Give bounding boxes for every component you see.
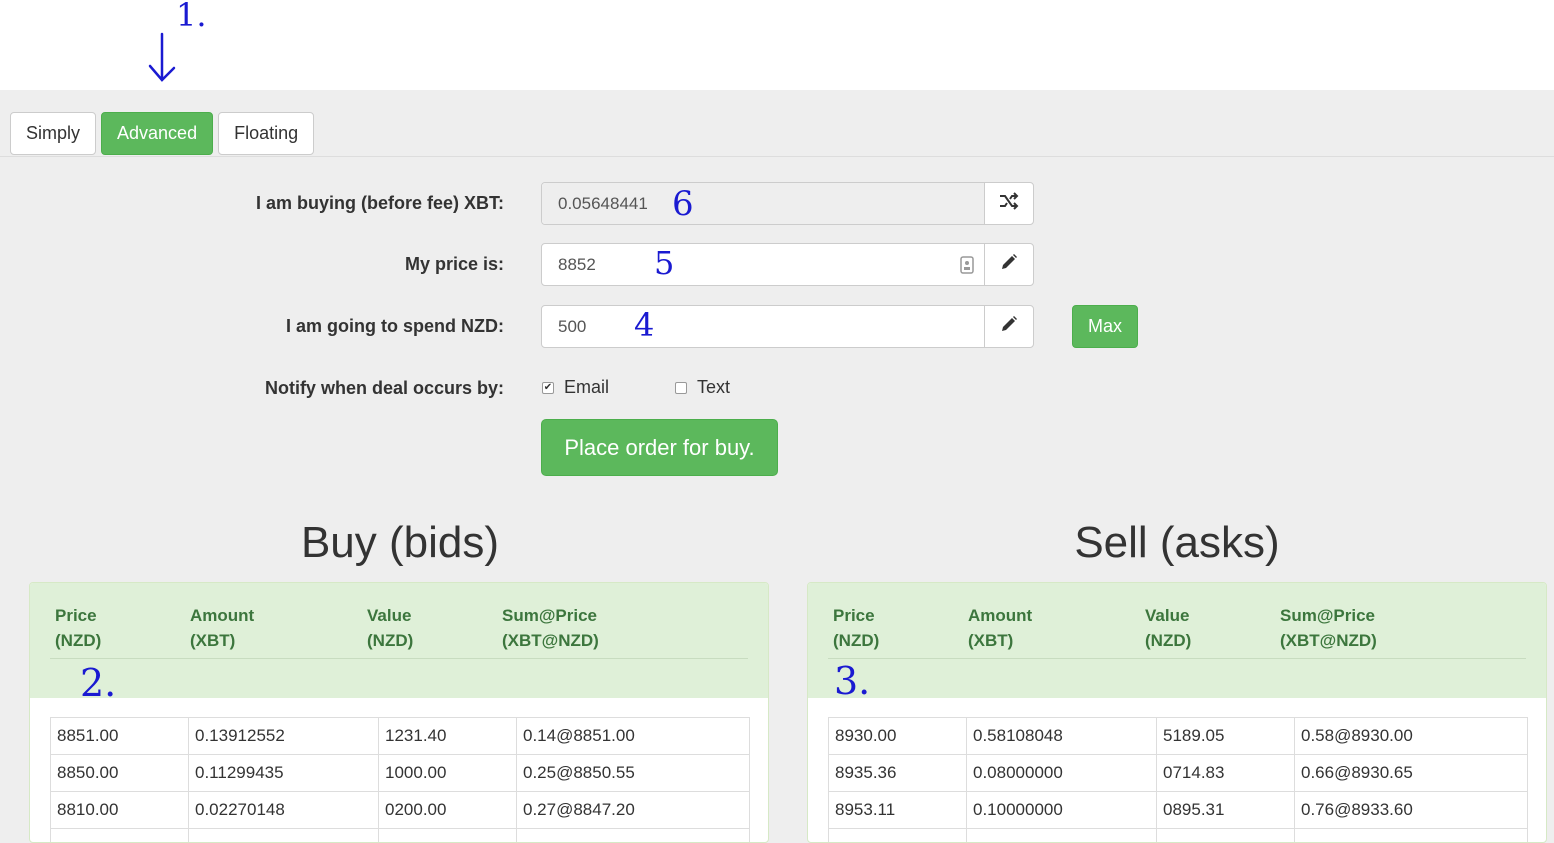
- table-row[interactable]: 8810.00 0.02270148 0200.00 0.27@8847.20: [50, 791, 750, 829]
- spend-label: I am going to spend NZD:: [286, 316, 504, 336]
- price-label: My price is:: [404, 254, 504, 274]
- email-checkbox-label: Email: [564, 377, 610, 397]
- annotation-1: 1.: [176, 0, 207, 34]
- table-row[interactable]: 8850.00 0.11299435 1000.00 0.25@8850.55: [50, 754, 750, 792]
- table-row[interactable]: 8953.11 0.10000000 0895.31 0.76@8933.60: [828, 791, 1528, 829]
- contact-card-icon: [960, 256, 974, 279]
- table-row[interactable]: [828, 828, 1528, 842]
- text-checkbox[interactable]: [675, 381, 687, 394]
- shuffle-icon: [999, 192, 1019, 215]
- tab-advanced[interactable]: Advanced: [101, 112, 214, 155]
- asks-header: Price (NZD) Amount (XBT) Value (NZD) Sum@Pr…: [808, 583, 1546, 703]
- asks-title: Sell (asks): [1074, 518, 1280, 567]
- bids-header-divider: [50, 658, 748, 659]
- asks-header-divider: [828, 658, 1526, 659]
- tab-divider: [0, 156, 1554, 157]
- annotation-5: 5: [654, 244, 675, 282]
- pencil-icon: [1000, 253, 1018, 276]
- table-row[interactable]: 8930.00 0.58108048 5189.05 0.58@8930.00: [828, 717, 1528, 755]
- asks-col-sum: Sum@Price (XBT@NZD): [1280, 606, 1377, 650]
- price-field: 8852 5: [541, 243, 1034, 286]
- buying-label: I am buying (before fee) XBT:: [255, 193, 504, 213]
- bids-title: Buy (bids): [300, 518, 500, 567]
- buying-amount-value: 0.05648441: [558, 193, 648, 213]
- notify-email-option[interactable]: ✔ Email: [542, 377, 609, 398]
- buying-field: 0.05648441 6: [541, 182, 1034, 225]
- buying-amount-input[interactable]: 0.05648441 6: [542, 183, 985, 224]
- swap-button[interactable]: [985, 183, 1033, 224]
- bids-header: Price (NZD) Amount (XBT) Value (NZD) Sum@Pr…: [30, 583, 768, 705]
- asks-col-amount: Amount (XBT): [968, 606, 1033, 650]
- bids-col-value: Value (NZD): [367, 606, 414, 650]
- mode-tabs: Simply Advanced Floating: [10, 112, 315, 155]
- price-input[interactable]: 8852 5: [542, 244, 985, 285]
- asks-col-value: Value (NZD): [1145, 606, 1192, 650]
- text-checkbox-label: Text: [697, 377, 731, 397]
- place-order-button[interactable]: Place order for buy.: [541, 419, 778, 476]
- spend-input[interactable]: 500 4: [542, 306, 985, 347]
- asks-table: 8930.00 0.58108048 5189.05 0.58@8930.00 893…: [828, 717, 1528, 842]
- annotation-4: 4: [634, 306, 655, 344]
- annotation-arrow-icon: [146, 32, 178, 88]
- email-checkbox[interactable]: ✔: [542, 381, 554, 394]
- bids-col-price: Price (NZD): [55, 606, 102, 650]
- edit-spend-button[interactable]: [985, 306, 1033, 347]
- bids-table: 8851.00 0.13912552 1231.40 0.14@8851.00 885…: [50, 717, 750, 842]
- table-row[interactable]: 8935.36 0.08000000 0714.83 0.66@8930.65: [828, 754, 1528, 792]
- bids-col-sum: Sum@Price (XBT@NZD): [502, 606, 599, 650]
- asks-panel: Price (NZD) Amount (XBT) Value (NZD) Sum@Pr…: [807, 582, 1547, 843]
- annotation-2: 2.: [80, 661, 117, 705]
- asks-col-price: Price (NZD): [833, 606, 880, 650]
- table-row[interactable]: [50, 828, 750, 842]
- tab-floating[interactable]: Floating: [218, 112, 315, 155]
- pencil-icon: [1000, 315, 1018, 338]
- spend-field: 500 4: [541, 305, 1034, 348]
- notify-label: Notify when deal occurs by:: [264, 378, 504, 398]
- price-value: 8852: [558, 254, 596, 274]
- notify-text-option[interactable]: Text: [675, 377, 730, 398]
- annotation-3: 3.: [834, 659, 871, 703]
- table-row[interactable]: 8851.00 0.13912552 1231.40 0.14@8851.00: [50, 717, 750, 755]
- main-stage: Simply Advanced Floating I am buying (be…: [0, 90, 1554, 843]
- tab-simply[interactable]: Simply: [10, 112, 97, 155]
- edit-price-button[interactable]: [985, 244, 1033, 285]
- max-button[interactable]: Max: [1072, 305, 1138, 348]
- spend-value: 500: [558, 316, 587, 336]
- bids-col-amount: Amount (XBT): [190, 606, 255, 650]
- annotation-6: 6: [672, 184, 694, 224]
- bids-panel: Price (NZD) Amount (XBT) Value (NZD) Sum@Pr…: [29, 582, 769, 843]
